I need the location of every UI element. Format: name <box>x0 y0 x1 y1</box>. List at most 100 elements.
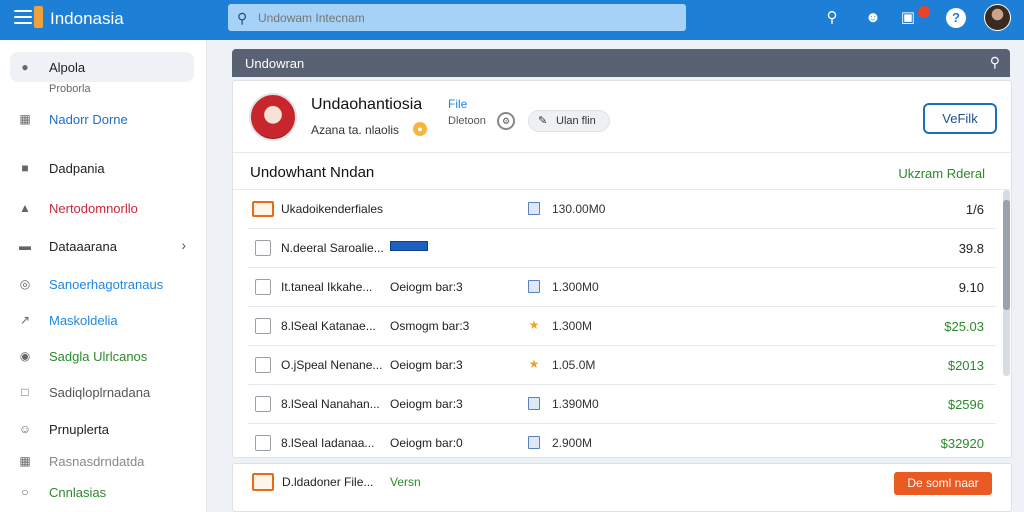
inbox-icon: ▬ <box>19 239 31 253</box>
sidebar-item-maskoldelia[interactable]: ↗ Maskoldelia <box>10 305 194 335</box>
briefcase-icon: ■ <box>21 161 29 175</box>
sidebar-item-label: Sadiqloplrnadana <box>49 385 151 400</box>
search-icon[interactable]: ⚲ <box>990 54 1000 71</box>
sidebar-item-dataaarana[interactable]: ▬ Dataaarana › <box>10 231 194 261</box>
table-row[interactable]: 8.lSeal Nanahan... Oeiogm bar:3 1.390M0 … <box>248 385 996 424</box>
search-bar[interactable]: ⚲ <box>228 4 686 31</box>
files-section-right-label[interactable]: Ukzram Rderal <box>898 166 985 181</box>
sidebar-item-sadiqloplrnadana[interactable]: □ Sadiqloplrnadana <box>10 377 194 407</box>
file-name: 8.lSeal Nanahan... <box>281 397 380 411</box>
file-size: 2.900M <box>552 436 593 450</box>
row-checkbox[interactable] <box>255 396 271 412</box>
help-icon[interactable]: ? <box>946 8 966 28</box>
key-icon[interactable]: ⚲ <box>822 8 842 28</box>
sidebar-item-label: Rasnasdrndatda <box>49 454 145 469</box>
sidebar-item-cnnlasias[interactable]: ○ Cnnlasias <box>10 477 194 507</box>
sidebar-item-prnuplerta[interactable]: ☺ Prnuplerta <box>10 414 194 444</box>
user-search-icon[interactable]: ☻ <box>863 8 883 28</box>
table-row[interactable]: Ukadoikenderfiales 130.00M0 1/6 <box>248 190 996 229</box>
file-value: 1/6 <box>965 202 984 217</box>
bell-icon: ▲ <box>19 201 31 215</box>
sidebar-item-label: Alpola <box>49 60 86 75</box>
file-value: $32920 <box>940 436 984 451</box>
file-meta: Oeiogm bar:3 <box>390 397 463 411</box>
version-link[interactable]: Versn <box>390 475 421 489</box>
file-size: 130.00M0 <box>552 202 606 216</box>
table-row[interactable]: It.taneal Ikkahe... Oeiogm bar:3 1.300M0… <box>248 268 996 307</box>
settings-icon[interactable]: ⚙ <box>497 112 515 130</box>
verify-button[interactable]: VeFilk <box>923 103 997 134</box>
delete-button[interactable]: De soml naar <box>894 472 992 495</box>
user-circle-icon: ◉ <box>19 349 31 363</box>
file-size: 1.300M <box>552 319 593 333</box>
chat-icon: ● <box>21 60 29 74</box>
sidebar-item-label: Maskoldelia <box>49 313 118 328</box>
sidebar-item-dadpania[interactable]: ■ Dadpania <box>10 153 194 183</box>
bottom-file-name: D.ldadoner File... <box>282 475 374 489</box>
row-checkbox[interactable] <box>255 279 271 295</box>
edit-file-button[interactable]: ✎ Ulan flin <box>528 110 610 132</box>
document-icon <box>528 397 540 410</box>
sidebar-item-label: Nadorr Dorne <box>49 112 128 127</box>
sidebar-item-rasnasdrndatda[interactable]: ▦ Rasnasdrndatda <box>10 446 194 476</box>
globe-icon: ○ <box>21 485 29 499</box>
notification-badge <box>918 6 930 18</box>
sidebar-item-nertodomnorllo[interactable]: ▲ Nertodomnorllo <box>10 193 194 223</box>
file-meta: Osmogm bar:3 <box>390 319 470 333</box>
folder-icon <box>252 201 274 217</box>
profile-avatar <box>249 93 297 141</box>
chevron-right-icon: › <box>181 237 186 253</box>
file-name: 8.lSeal Katanae... <box>281 319 376 333</box>
notification-icon[interactable]: ▣ <box>898 8 918 28</box>
panel-header: Undowran ⚲ <box>232 49 1010 77</box>
file-name: Ukadoikenderfiales <box>281 202 384 216</box>
document-icon <box>528 436 540 449</box>
pin-icon: ★ <box>528 357 540 371</box>
sidebar-item-label: Sanoerhagotranaus <box>49 277 164 292</box>
file-size: 1.05.0M <box>552 358 596 372</box>
sidebar: ● Alpola Proborla ▦ Nadorr Dorne ■ Dadpa… <box>0 40 207 512</box>
table-row[interactable]: O.jSpeal Nenane... Oeiogm bar:3 ★ 1.05.0… <box>248 346 996 385</box>
file-value: $2013 <box>947 358 984 373</box>
row-checkbox[interactable] <box>255 435 271 451</box>
user-avatar[interactable] <box>984 4 1011 31</box>
file-link[interactable]: File <box>448 97 467 111</box>
file-value: $2596 <box>947 397 984 412</box>
top-app-bar: Indonasia ⚲ ⚲ ☻ ▣ ? <box>0 0 1024 40</box>
file-name: It.taneal Ikkahe... <box>281 280 373 294</box>
sidebar-item-label: Nertodomnorllo <box>49 201 138 216</box>
search-icon: ⚲ <box>237 10 248 26</box>
file-meta: Oeiogm bar:3 <box>390 280 463 294</box>
table-row[interactable]: 8.lSeal Iadanaa... Oeiogm bar:0 2.900M $… <box>248 424 996 463</box>
table-row[interactable]: N.deeral Saroalie... 39.8 <box>248 229 996 268</box>
row-checkbox[interactable] <box>255 240 271 256</box>
file-size: 1.390M0 <box>552 397 599 411</box>
sidebar-item-nadorr-dorne[interactable]: ▦ Nadorr Dorne <box>10 104 194 134</box>
link-icon: ↗ <box>19 313 31 327</box>
sidebar-item-sadgla-ulrlcanos[interactable]: ◉ Sadgla Ulrlcanos <box>10 341 194 371</box>
scrollbar[interactable] <box>1003 190 1010 376</box>
sidebar-item-label: Sadgla Ulrlcanos <box>49 349 148 364</box>
file-value: $25.03 <box>944 319 984 334</box>
bottom-file-card: D.ldadoner File... Versn De soml naar <box>232 463 1012 512</box>
files-section-title: Undowhant Nndan <box>250 164 375 181</box>
file-size: 1.300M0 <box>552 280 599 294</box>
document-icon <box>528 202 540 215</box>
row-checkbox[interactable] <box>255 318 271 334</box>
sidebar-item-label: Prnuplerta <box>49 422 109 437</box>
file-name: 8.lSeal Iadanaa... <box>281 436 375 450</box>
file-value: 9.10 <box>958 280 984 295</box>
document-icon <box>528 280 540 293</box>
status-badge <box>390 241 428 251</box>
file-meta: Oeiogm bar:3 <box>390 358 463 372</box>
table-row[interactable]: 8.lSeal Katanae... Osmogm bar:3 ★ 1.300M… <box>248 307 996 346</box>
scrollbar-thumb[interactable] <box>1003 200 1010 310</box>
file-meta: Oeiogm bar:0 <box>390 436 463 450</box>
sidebar-item-sanoerhagotranaus[interactable]: ◎ Sanoerhagotranaus <box>10 269 194 299</box>
row-checkbox[interactable] <box>255 357 271 373</box>
menu-icon[interactable] <box>14 10 32 24</box>
sidebar-item-label: Cnnlasias <box>49 485 107 500</box>
search-input[interactable] <box>258 8 658 27</box>
sidebar-item-alpola[interactable]: ● Alpola <box>10 52 194 82</box>
target-icon: ◎ <box>19 277 31 291</box>
